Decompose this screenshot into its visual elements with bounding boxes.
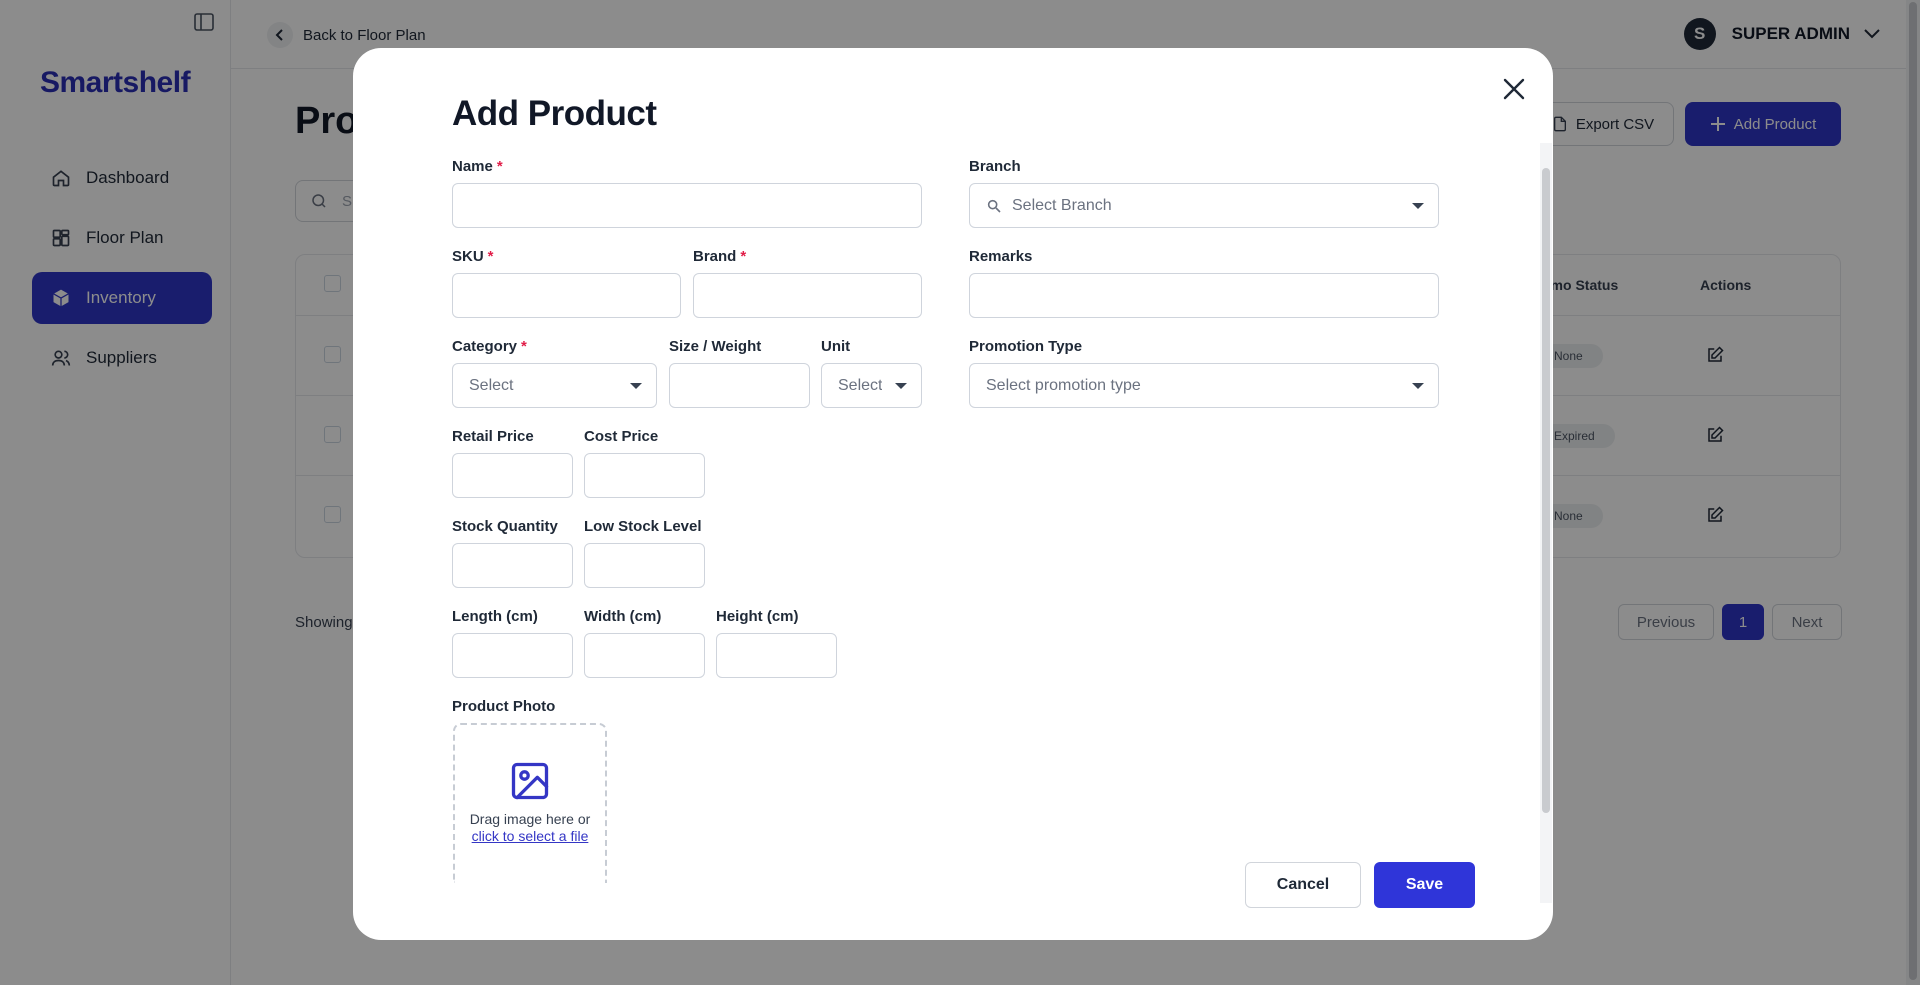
stock-quantity-field[interactable] <box>452 543 573 588</box>
image-icon <box>508 759 552 803</box>
category-label: Category * <box>452 338 527 355</box>
unit-placeholder: Select <box>838 376 882 394</box>
select-file-link[interactable]: click to select a file <box>455 828 605 845</box>
promotion-type-select[interactable]: Select promotion type <box>969 363 1439 408</box>
brand-field[interactable] <box>693 273 922 318</box>
length-label: Length (cm) <box>452 608 538 625</box>
dialog-scrollbar-thumb[interactable] <box>1542 168 1550 813</box>
brand-label: Brand * <box>693 248 747 265</box>
size-weight-field[interactable] <box>669 363 810 408</box>
category-placeholder: Select <box>469 376 514 394</box>
cost-price-label: Cost Price <box>584 428 659 445</box>
low-stock-level-field[interactable] <box>584 543 705 588</box>
dialog-title: Add Product <box>452 94 657 133</box>
stock-quantity-label: Stock Quantity <box>452 518 558 535</box>
length-field[interactable] <box>452 633 573 678</box>
caret-down-icon <box>1412 203 1424 209</box>
category-select[interactable]: Select <box>452 363 657 408</box>
sku-label: SKU * <box>452 248 494 265</box>
add-product-dialog: Add Product Name * SKU * Brand * Category * … <box>353 48 1553 940</box>
dropzone-text: Drag image here or click to select a fil… <box>455 811 605 845</box>
dialog-scrollbar[interactable] <box>1540 143 1552 903</box>
sku-field[interactable] <box>452 273 681 318</box>
photo-dropzone[interactable]: Drag image here or click to select a fil… <box>453 723 607 883</box>
retail-price-label: Retail Price <box>452 428 534 445</box>
close-icon[interactable] <box>1499 74 1529 104</box>
height-label: Height (cm) <box>716 608 799 625</box>
name-field[interactable] <box>452 183 922 228</box>
branch-label: Branch <box>969 158 1021 175</box>
width-field[interactable] <box>584 633 705 678</box>
search-icon <box>986 197 1004 215</box>
caret-down-icon <box>1412 383 1424 389</box>
low-stock-level-label: Low Stock Level <box>584 518 702 535</box>
remarks-label: Remarks <box>969 248 1033 265</box>
height-field[interactable] <box>716 633 837 678</box>
unit-select[interactable]: Select <box>821 363 922 408</box>
branch-select[interactable]: Select Branch <box>969 183 1439 228</box>
cost-price-field[interactable] <box>584 453 705 498</box>
size-weight-label: Size / Weight <box>669 338 762 355</box>
retail-price-field[interactable] <box>452 453 573 498</box>
promotion-type-label: Promotion Type <box>969 338 1083 355</box>
branch-placeholder: Select Branch <box>1012 196 1112 214</box>
width-label: Width (cm) <box>584 608 662 625</box>
caret-down-icon <box>895 383 907 389</box>
caret-down-icon <box>630 383 642 389</box>
cancel-button[interactable]: Cancel <box>1245 862 1361 908</box>
name-label: Name * <box>452 158 503 175</box>
promotion-type-placeholder: Select promotion type <box>986 376 1141 394</box>
unit-label: Unit <box>821 338 851 355</box>
drop-instruction: Drag image here or <box>469 811 591 827</box>
product-photo-label: Product Photo <box>452 698 556 715</box>
save-button[interactable]: Save <box>1374 862 1475 908</box>
remarks-field[interactable] <box>969 273 1439 318</box>
